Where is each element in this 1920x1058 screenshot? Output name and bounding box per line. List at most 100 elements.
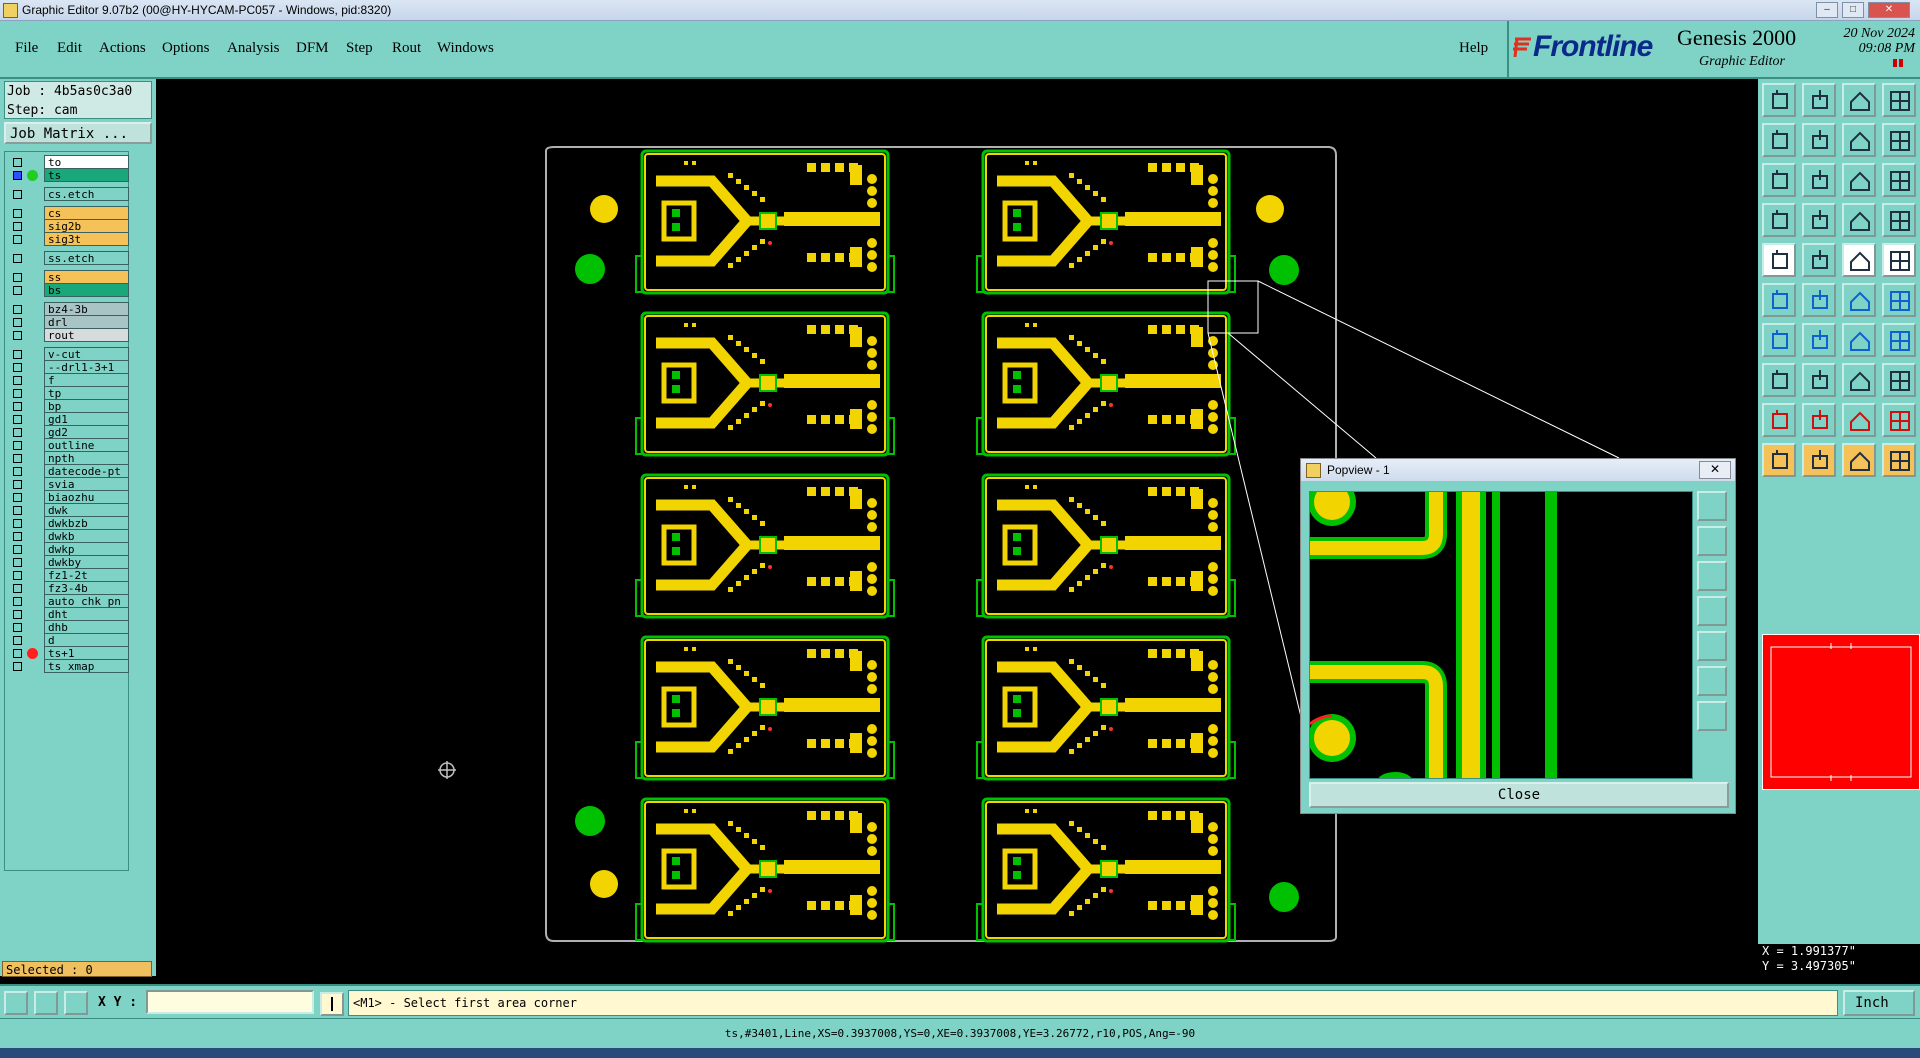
- menu-analysis[interactable]: Analysis: [227, 40, 280, 57]
- center-icon[interactable]: [1802, 163, 1836, 197]
- prompt-info-icon[interactable]: [320, 992, 344, 1016]
- layer-name[interactable]: ss: [44, 270, 129, 284]
- layer-checkbox[interactable]: [13, 209, 22, 218]
- layer-name[interactable]: ts_xmap: [44, 659, 129, 673]
- select-arrow-icon[interactable]: [1762, 443, 1796, 477]
- layer-name[interactable]: auto_chk_pn: [44, 594, 129, 608]
- layer-checkbox[interactable]: [13, 190, 22, 199]
- measure-icon[interactable]: [1762, 203, 1796, 237]
- popview-close-button[interactable]: Close: [1309, 782, 1729, 808]
- layer-checkbox[interactable]: [13, 662, 22, 671]
- layer-checkbox[interactable]: [13, 545, 22, 554]
- layer-checkbox[interactable]: [13, 415, 22, 424]
- layer-checkbox[interactable]: [13, 376, 22, 385]
- arc-icon[interactable]: [1842, 323, 1876, 357]
- layer-display-dot-icon[interactable]: [27, 170, 38, 181]
- layer-name[interactable]: biaozhu: [44, 490, 129, 504]
- popview-viewport[interactable]: [1309, 491, 1693, 779]
- layer-checkbox[interactable]: [13, 254, 22, 263]
- grid-snap-icon[interactable]: [64, 991, 88, 1015]
- select-yellow-icon[interactable]: [1842, 443, 1876, 477]
- cross-icon[interactable]: [1802, 283, 1836, 317]
- popview-pan-right-icon[interactable]: [1697, 631, 1727, 661]
- layer-checkbox[interactable]: [13, 389, 22, 398]
- layer-checkbox[interactable]: [13, 610, 22, 619]
- layer-checkbox[interactable]: [13, 428, 22, 437]
- menu-rout[interactable]: Rout: [392, 40, 421, 57]
- menu-step[interactable]: Step: [346, 40, 373, 57]
- snapshot-icon[interactable]: [1762, 83, 1796, 117]
- layer-checkbox[interactable]: [13, 286, 22, 295]
- layer-checkbox[interactable]: [13, 519, 22, 528]
- layer-name[interactable]: dht: [44, 607, 129, 621]
- popview-snapshot-icon[interactable]: [1697, 491, 1727, 521]
- layer-name[interactable]: dwkp: [44, 542, 129, 556]
- layer-name[interactable]: sig2b: [44, 219, 129, 233]
- layer-row-ts[interactable]: ts: [7, 168, 129, 183]
- layer-checkbox[interactable]: [13, 584, 22, 593]
- pan-right-icon[interactable]: [1802, 123, 1836, 157]
- layer-checkbox[interactable]: [13, 222, 22, 231]
- layer-checkbox[interactable]: [13, 171, 22, 180]
- save-view-icon[interactable]: [1802, 83, 1836, 117]
- layer-name[interactable]: fz1-2t: [44, 568, 129, 582]
- layer-row-ts-xmap[interactable]: ts_xmap: [7, 659, 129, 674]
- layer-name[interactable]: gd2: [44, 425, 129, 439]
- job-matrix-button[interactable]: Job Matrix ...: [4, 122, 152, 144]
- fit-all-icon[interactable]: [1762, 163, 1796, 197]
- menu-windows[interactable]: Windows: [437, 40, 494, 57]
- move-icon[interactable]: [1842, 363, 1876, 397]
- layer-name[interactable]: ts+1: [44, 646, 129, 660]
- layer-display-dot-icon[interactable]: [27, 648, 38, 659]
- resize-icon[interactable]: [1882, 363, 1916, 397]
- query-icon[interactable]: [1882, 163, 1916, 197]
- select-orange-icon[interactable]: [1802, 443, 1836, 477]
- layer-checkbox[interactable]: [13, 532, 22, 541]
- select-multi-icon[interactable]: [1882, 443, 1916, 477]
- line-draw-icon[interactable]: [1802, 323, 1836, 357]
- minus-icon[interactable]: [1802, 363, 1836, 397]
- menu-actions[interactable]: Actions: [99, 40, 146, 57]
- zoom-out-icon[interactable]: [1842, 123, 1876, 157]
- layer-name[interactable]: dwkb: [44, 529, 129, 543]
- display-options-icon[interactable]: [1882, 203, 1916, 237]
- menu-dfm[interactable]: DFM: [296, 40, 329, 57]
- copy-icon[interactable]: [1762, 363, 1796, 397]
- arch-icon[interactable]: [1842, 403, 1876, 437]
- popview-zoom-in-icon[interactable]: [1697, 666, 1727, 696]
- triangle-icon[interactable]: [1762, 403, 1796, 437]
- layer-name[interactable]: v-cut: [44, 347, 129, 361]
- layer-checkbox[interactable]: [13, 331, 22, 340]
- layer-checkbox[interactable]: [13, 467, 22, 476]
- popview-pan-left-icon[interactable]: [1697, 596, 1727, 626]
- layer-name[interactable]: --drl1-3+1: [44, 360, 129, 374]
- layer-checkbox[interactable]: [13, 350, 22, 359]
- layer-checkbox[interactable]: [13, 454, 22, 463]
- layer-checkbox[interactable]: [13, 623, 22, 632]
- layer-name[interactable]: f: [44, 373, 129, 387]
- minimize-button[interactable]: –: [1816, 2, 1838, 18]
- layer-name[interactable]: gd1: [44, 412, 129, 426]
- layer-checkbox[interactable]: [13, 318, 22, 327]
- layer-name[interactable]: cs.etch: [44, 187, 129, 201]
- layer-name[interactable]: svia: [44, 477, 129, 491]
- popview-pan-down-icon[interactable]: [1697, 561, 1727, 591]
- connect-icon[interactable]: [1762, 283, 1796, 317]
- layer-checkbox[interactable]: [13, 649, 22, 658]
- layer-name[interactable]: drl: [44, 315, 129, 329]
- surface-icon[interactable]: [1802, 243, 1836, 277]
- maximize-button[interactable]: □: [1842, 2, 1864, 18]
- layer-checkbox[interactable]: [13, 571, 22, 580]
- home-icon[interactable]: [1842, 83, 1876, 117]
- layer-checkbox[interactable]: [13, 493, 22, 502]
- layer-row-rout[interactable]: rout: [7, 328, 129, 343]
- layer-checkbox[interactable]: [13, 558, 22, 567]
- pan-left-icon[interactable]: [1762, 123, 1796, 157]
- layer-checkbox[interactable]: [13, 597, 22, 606]
- layer-row-ss-etch[interactable]: ss.etch: [7, 251, 129, 266]
- layer-name[interactable]: dwkbzb: [44, 516, 129, 530]
- layer-checkbox[interactable]: [13, 158, 22, 167]
- layer-name[interactable]: to: [44, 155, 129, 169]
- layer-name[interactable]: sig3t: [44, 232, 129, 246]
- circle-icon[interactable]: [1882, 243, 1916, 277]
